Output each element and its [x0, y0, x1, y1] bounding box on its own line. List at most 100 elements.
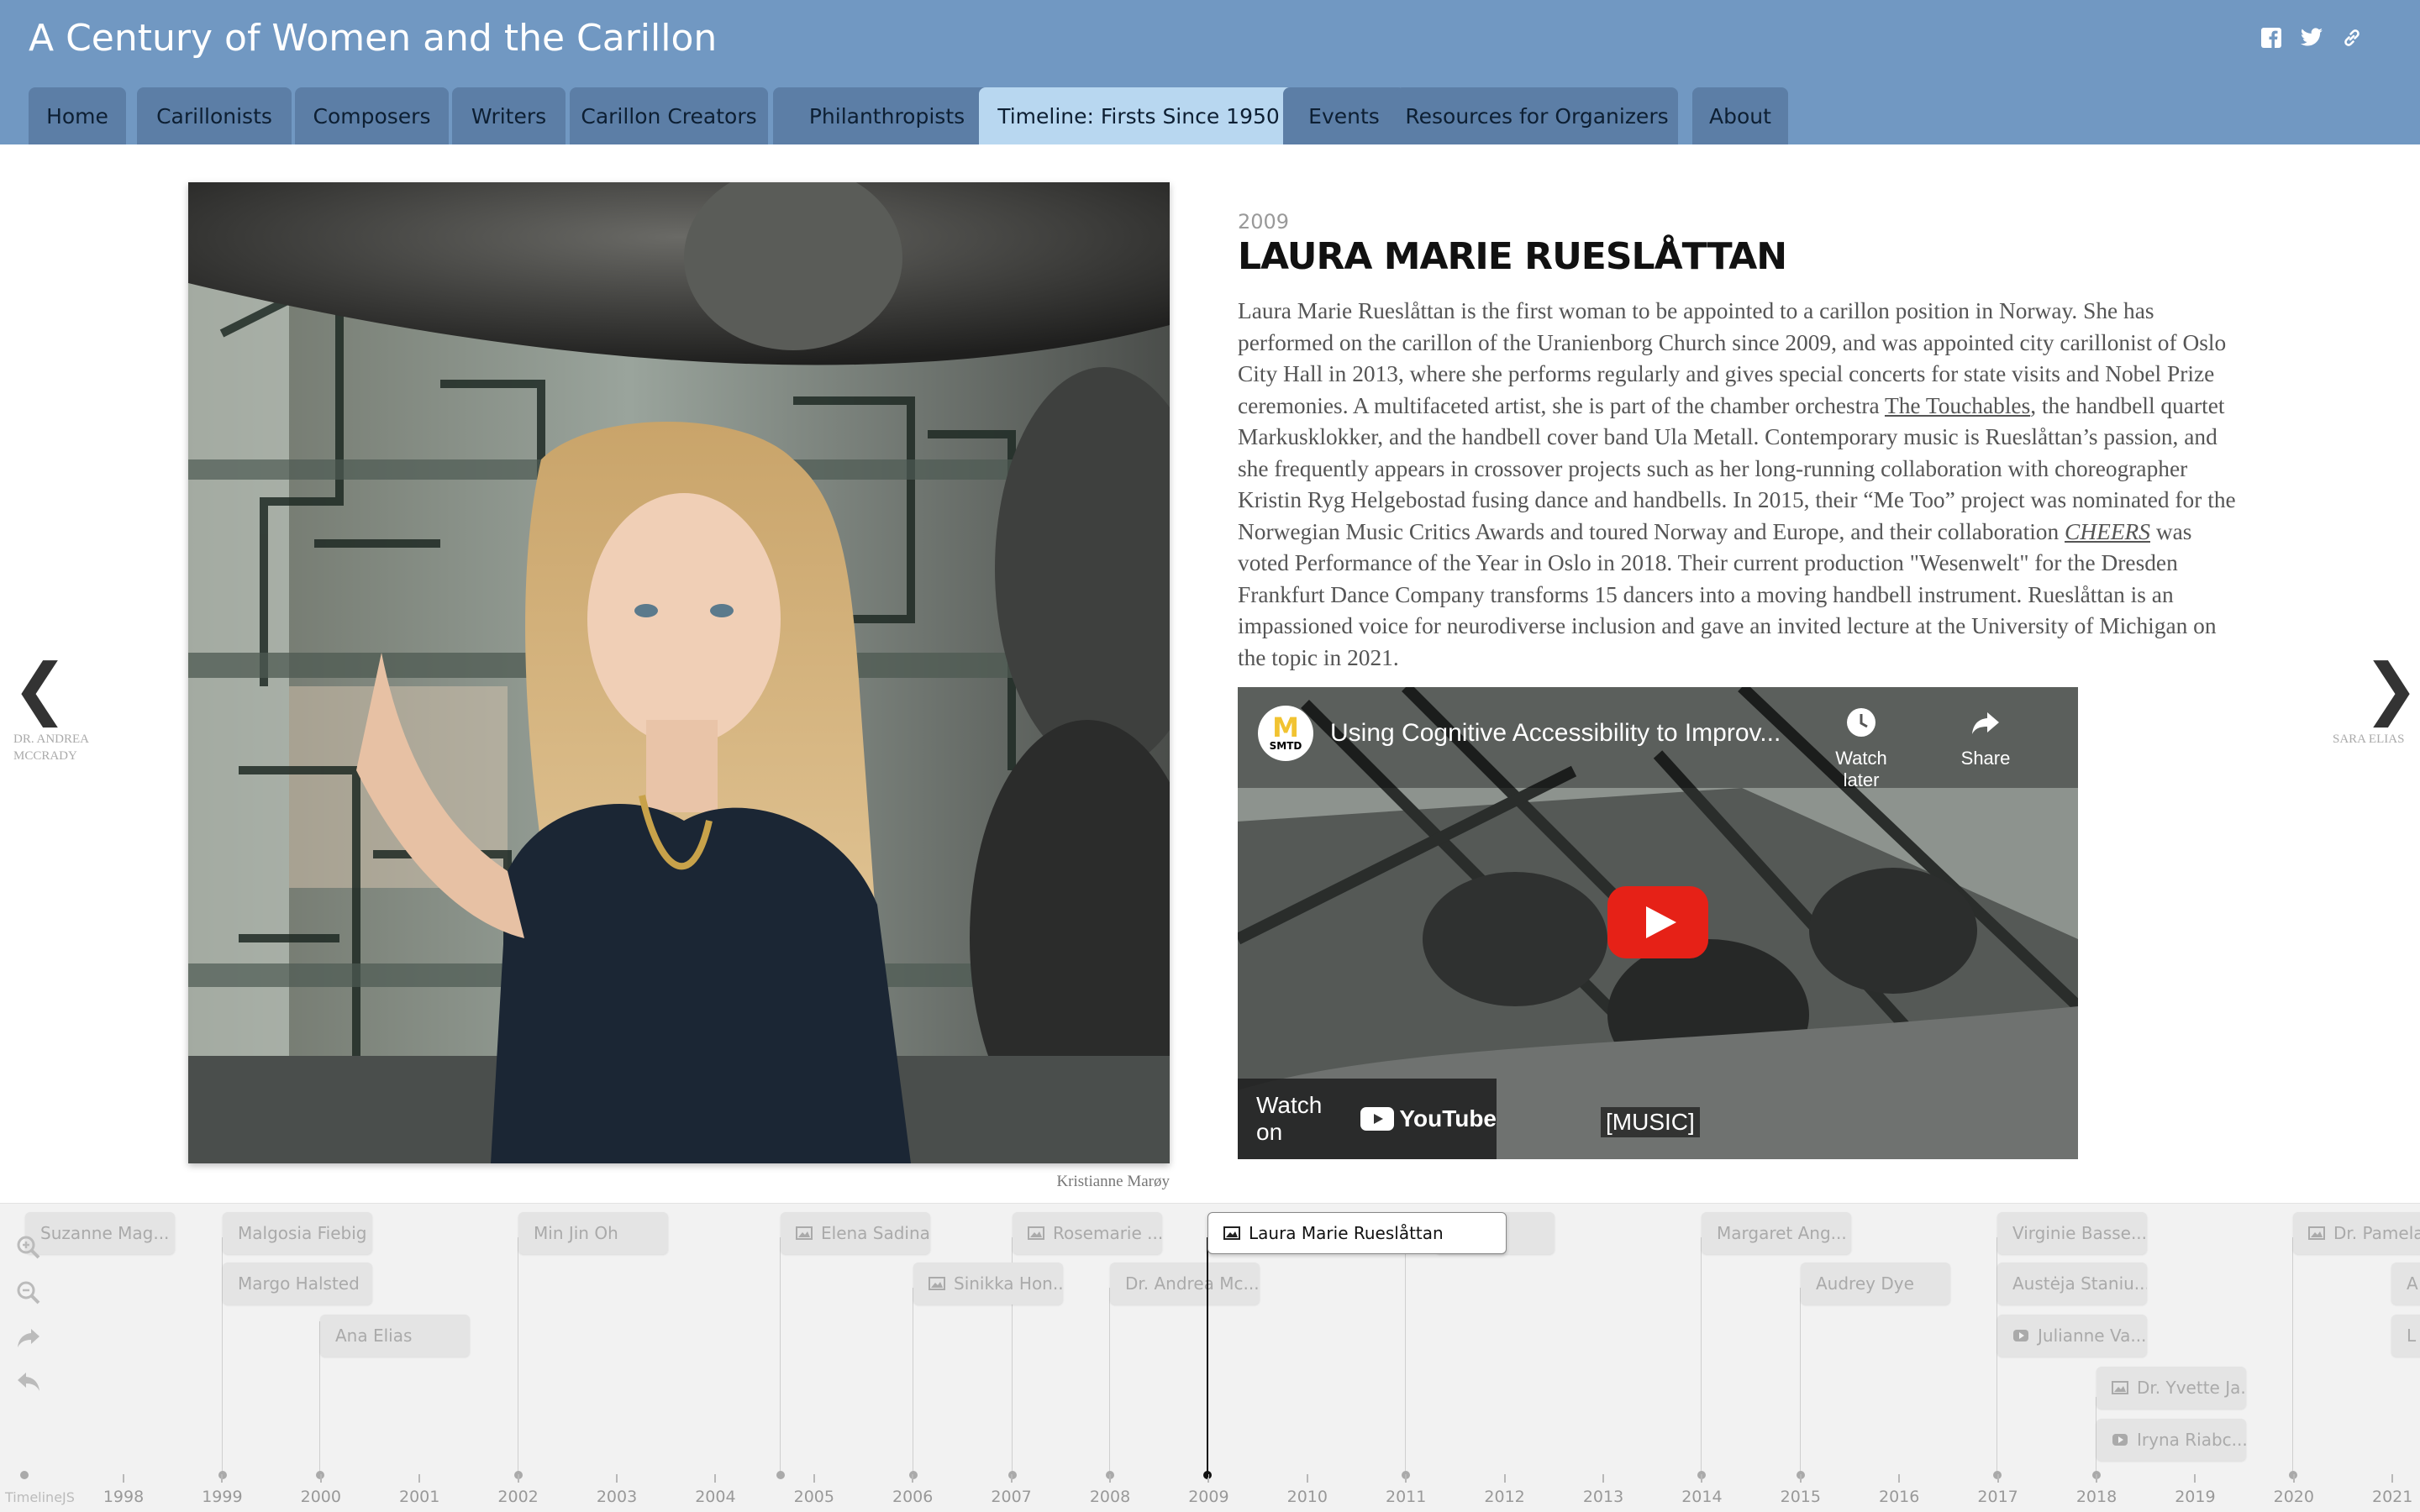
axis-tick [123, 1474, 124, 1483]
video-caption: [MUSIC] [1601, 1107, 1700, 1137]
photo-credit: Kristianne Marøy [1056, 1173, 1170, 1190]
forward-icon[interactable] [15, 1325, 42, 1352]
axis-tick [319, 1474, 322, 1483]
axis-year-label: 2004 [695, 1488, 736, 1506]
tab-carillonists[interactable]: Carillonists [137, 87, 292, 144]
timeline-marker[interactable]: Ana Elias [320, 1315, 470, 1357]
image-icon [2112, 1381, 2128, 1394]
timeline-marker[interactable]: Dr. Pamela [2293, 1212, 2420, 1254]
axis-tick [714, 1474, 717, 1483]
timeline-marker[interactable]: Austėja Staniu... [1997, 1263, 2147, 1305]
share-arrow-icon [1967, 704, 2004, 741]
tab-home[interactable]: Home [29, 87, 126, 144]
axis-year-label: 2005 [793, 1488, 834, 1506]
timeline-marker[interactable]: Virginie Basse... [1997, 1212, 2147, 1254]
axis-year-label: 2001 [399, 1488, 440, 1506]
timeline-marker[interactable]: Iryna Riabc... [2096, 1419, 2246, 1461]
axis-year-label: 2016 [1879, 1488, 1920, 1506]
tab-resources[interactable]: Resources for Organizers [1396, 87, 1678, 144]
watch-on-youtube-button[interactable]: Watch on YouTube [1238, 1079, 1497, 1159]
axis-tick [517, 1474, 519, 1483]
axis-year-label: 2020 [2273, 1488, 2314, 1506]
twitter-icon[interactable] [2299, 25, 2324, 50]
cheers-link[interactable]: CHEERS [2065, 519, 2150, 544]
slide-year: 2009 [1238, 210, 1290, 234]
axis-year-label: 2021 [2372, 1488, 2413, 1506]
image-icon [929, 1277, 945, 1290]
back-to-start-icon[interactable] [15, 1368, 42, 1395]
channel-logo[interactable]: M SMTD [1258, 706, 1313, 761]
timeline-marker[interactable]: Min Jin Oh [518, 1212, 668, 1254]
axis-year-label: 2008 [1089, 1488, 1131, 1506]
timeline-marker[interactable]: Rosemarie ... [1013, 1212, 1162, 1254]
facebook-icon[interactable] [2259, 25, 2284, 50]
youtube-logo: YouTube [1360, 1105, 1497, 1132]
the-touchables-link[interactable]: The Touchables [1885, 393, 2030, 418]
timeline-marker[interactable]: Margo Halsted [223, 1263, 372, 1305]
timeline-marker[interactable]: Audrey Dye [1801, 1263, 1950, 1305]
timelinejs-credit[interactable]: TimelineJS [5, 1489, 75, 1505]
image-icon [1223, 1226, 1240, 1240]
axis-year-label: 2011 [1386, 1488, 1427, 1506]
axis-year-label: 2009 [1188, 1488, 1229, 1506]
timeline-marker[interactable]: Julianne Va... [1997, 1315, 2147, 1357]
axis-year-label: 2000 [300, 1488, 341, 1506]
timeline-marker[interactable]: L [2391, 1315, 2420, 1357]
next-slide-label[interactable]: SARA ELIAS [2333, 731, 2404, 748]
watch-later-button[interactable]: Watch later [1819, 704, 1903, 791]
axis-tick [1898, 1474, 1901, 1483]
timeline-marker-active[interactable]: Laura Marie Rueslåttan [1207, 1212, 1507, 1254]
axis-tick [1010, 1474, 1013, 1483]
timeline-marker[interactable]: A [2391, 1263, 2420, 1305]
prev-slide-arrow[interactable]: ❮ [12, 655, 68, 722]
axis-tick [2096, 1474, 2097, 1483]
play-button[interactable] [1607, 886, 1708, 958]
tab-events[interactable]: Events [1283, 87, 1405, 144]
video-title[interactable]: Using Cognitive Accessibility to Improv.… [1330, 719, 1781, 748]
tab-philanthropists[interactable]: Philanthropists [773, 87, 1001, 144]
tab-timeline[interactable]: Timeline: Firsts Since 1950 [979, 87, 1298, 144]
tab-about[interactable]: About [1692, 87, 1788, 144]
timeline-marker[interactable]: Malgosia Fiebig [223, 1212, 372, 1254]
axis-year-label: 2013 [1582, 1488, 1624, 1506]
timeline-nav: Suzanne Mag... Malgosia Fiebig Margo Hal… [0, 1203, 2420, 1512]
youtube-video-embed[interactable]: M SMTD Using Cognitive Accessibility to … [1238, 687, 2078, 1159]
timeline-marker[interactable]: Suzanne Mag... [25, 1212, 175, 1254]
timeline-marker[interactable]: Sinikka Hon... [913, 1263, 1063, 1305]
site-title[interactable]: A Century of Women and the Carillon [29, 17, 717, 60]
zoom-out-icon[interactable] [15, 1279, 42, 1306]
tab-writers[interactable]: Writers [452, 87, 566, 144]
axis-year-label: 1998 [103, 1488, 145, 1506]
marker-line [1109, 1288, 1110, 1474]
axis-year-label: 2003 [596, 1488, 638, 1506]
axis-tick [1799, 1474, 1802, 1483]
axis-year-label: 2015 [1780, 1488, 1821, 1506]
timeline-marker[interactable]: Dr. Andrea Mc... [1110, 1263, 1260, 1305]
zoom-in-icon[interactable] [15, 1234, 42, 1261]
image-icon [796, 1226, 813, 1240]
prev-slide-label[interactable]: DR. ANDREA MCCRADY [13, 731, 89, 764]
marker-line [2292, 1237, 2293, 1474]
link-icon[interactable] [2339, 25, 2365, 50]
timeline-marker[interactable]: Elena Sadina [781, 1212, 930, 1254]
tab-composers[interactable]: Composers [295, 87, 449, 144]
axis-year-label: 2017 [1977, 1488, 2018, 1506]
timeline-marker[interactable]: Margaret Ang... [1702, 1212, 1851, 1254]
marker-line [780, 1237, 781, 1474]
slide-photo [188, 182, 1170, 1163]
timeline-marker[interactable]: Dr. Yvette Ja... [2096, 1367, 2246, 1409]
axis-tick [616, 1474, 618, 1483]
axis-tick [418, 1474, 421, 1483]
axis-tick [1701, 1474, 1703, 1483]
timeline-axis: 1998 1999 2000 2001 2002 2003 2004 2005 2006 2007… [0, 1474, 2420, 1512]
next-slide-arrow[interactable]: ❯ [2363, 655, 2419, 722]
axis-tick [1602, 1474, 1604, 1483]
axis-year-label: 1999 [202, 1488, 243, 1506]
axis-tick [1109, 1474, 1111, 1483]
tab-carillon-creators[interactable]: Carillon Creators [570, 87, 768, 144]
image-icon [1028, 1226, 1044, 1240]
axis-year-label: 2012 [1484, 1488, 1525, 1506]
share-button[interactable]: Share [1944, 704, 2028, 769]
axis-tick [2292, 1474, 2295, 1483]
axis-tick [1405, 1474, 1407, 1483]
